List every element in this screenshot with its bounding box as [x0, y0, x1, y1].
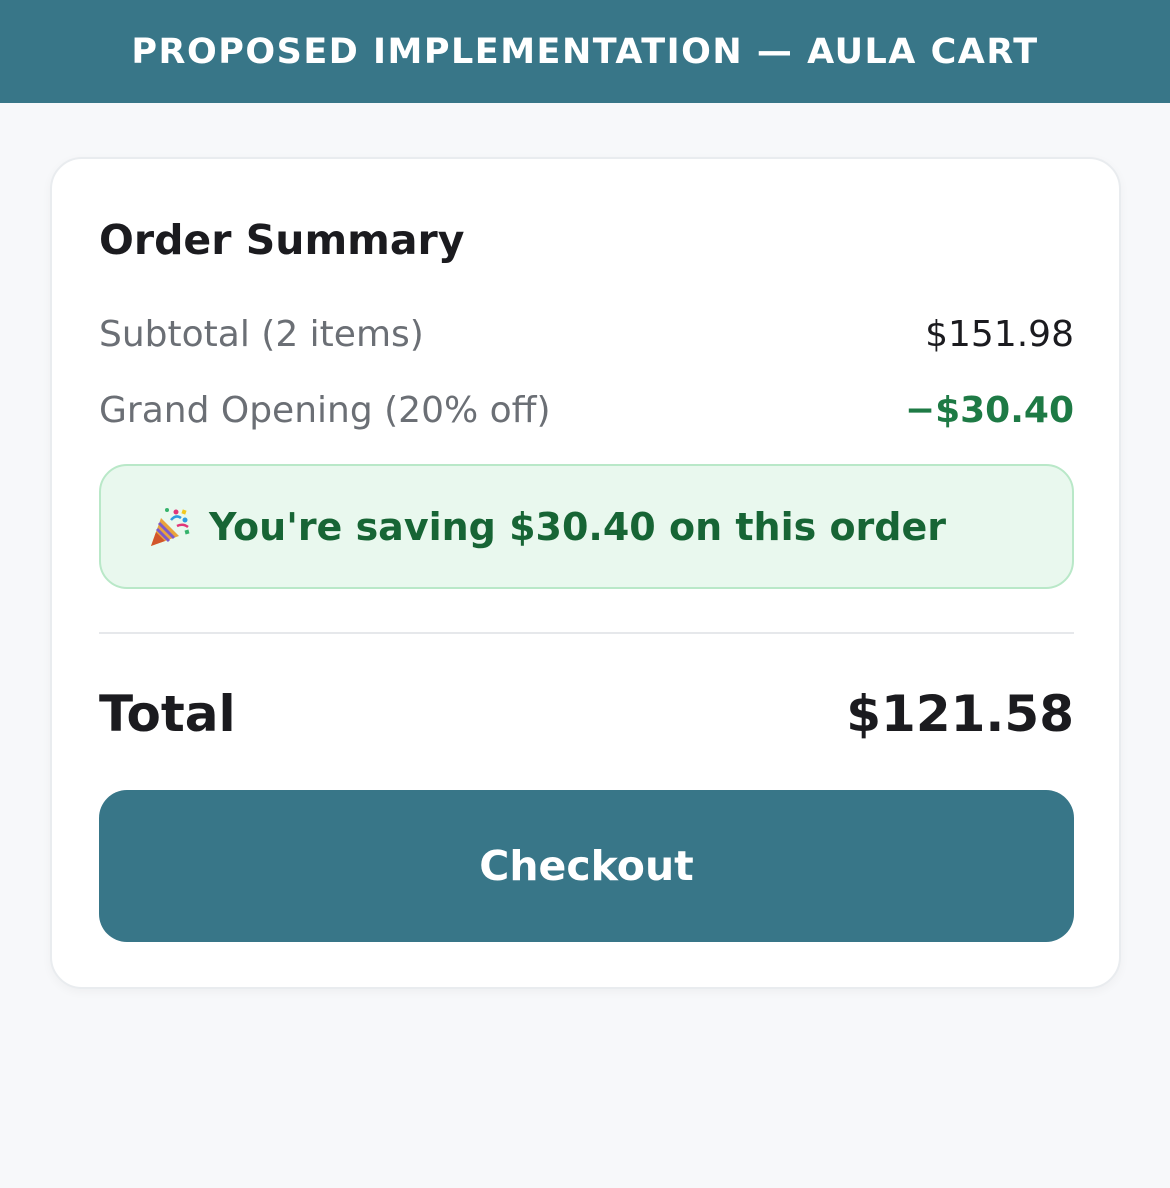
discount-value: −$30.40: [904, 389, 1074, 431]
subtotal-row: Subtotal (2 items) $151.98: [99, 309, 1074, 359]
subtotal-label: Subtotal (2 items): [99, 313, 424, 355]
discount-label: Grand Opening (20% off): [99, 389, 551, 431]
total-row: Total $121.58: [99, 681, 1074, 747]
savings-banner: You're saving $30.40 on this order: [99, 464, 1074, 589]
savings-message: You're saving $30.40 on this order: [209, 504, 947, 549]
order-summary-card: Order Summary Subtotal (2 items) $151.98…: [50, 157, 1121, 989]
party-popper-icon: [151, 507, 190, 546]
discount-row: Grand Opening (20% off) −$30.40: [99, 385, 1074, 435]
total-label: Total: [99, 685, 236, 743]
card-title: Order Summary: [99, 216, 465, 264]
subtotal-value: $151.98: [925, 313, 1074, 355]
top-banner: PROPOSED IMPLEMENTATION — AULA CART: [0, 0, 1170, 103]
divider: [99, 632, 1074, 634]
total-value: $121.58: [846, 685, 1074, 743]
checkout-button[interactable]: Checkout: [99, 790, 1074, 942]
banner-title: PROPOSED IMPLEMENTATION — AULA CART: [131, 31, 1039, 72]
